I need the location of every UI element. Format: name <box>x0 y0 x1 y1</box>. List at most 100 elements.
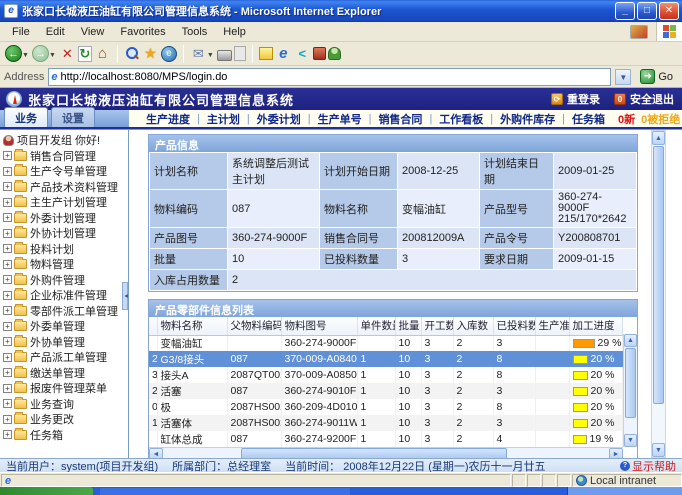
favorites-icon[interactable]: ★ <box>142 45 159 62</box>
sidebar-item-4[interactable]: +外委计划管理 <box>2 210 128 226</box>
sidebar-item-16[interactable]: +业务查询 <box>2 396 128 412</box>
column-header[interactable]: 生产准备 <box>535 317 569 335</box>
expand-icon[interactable]: + <box>3 399 12 408</box>
menu-item-tools[interactable]: Tools <box>174 24 216 40</box>
nav-item-0[interactable]: 生产进度 <box>139 111 197 127</box>
nav-item-4[interactable]: 销售合同 <box>371 111 429 127</box>
expand-icon[interactable]: + <box>3 182 12 191</box>
scroll-thumb[interactable] <box>653 146 664 404</box>
windows-taskbar[interactable] <box>0 487 682 495</box>
column-header[interactable] <box>149 317 157 335</box>
parts-horizontal-scrollbar[interactable]: ◄ ► <box>149 447 623 458</box>
main-vertical-scrollbar[interactable]: ▲ ▼ <box>651 130 666 458</box>
table-row[interactable]: 3接头A2087QT002370-009-A085011032820 % <box>149 367 623 383</box>
relogin-button[interactable]: ⟳ 重登录 <box>551 91 600 107</box>
maximize-button[interactable]: □ <box>637 2 657 20</box>
sidebar-item-5[interactable]: +外协计划管理 <box>2 226 128 242</box>
table-row[interactable]: 变幅油缸360-274-9000F1032329 % <box>149 335 623 351</box>
expand-icon[interactable]: + <box>3 353 12 362</box>
sidebar-item-13[interactable]: +产品派工单管理 <box>2 350 128 366</box>
sidebar-item-6[interactable]: +投料计划 <box>2 241 128 257</box>
sidebar-item-2[interactable]: +产品技术资料管理 <box>2 179 128 195</box>
expand-icon[interactable]: + <box>3 167 12 176</box>
table-row[interactable]: 2G3/8接头087370-009-A084011032820 % <box>149 351 623 367</box>
expand-icon[interactable]: + <box>3 430 12 439</box>
sidebar-item-10[interactable]: +零部件派工单管理 <box>2 303 128 319</box>
start-button[interactable] <box>0 487 93 495</box>
column-header[interactable]: 批量 <box>395 317 421 335</box>
column-header[interactable]: 已投料数 <box>493 317 535 335</box>
sidebar-item-3[interactable]: +主生产计划管理 <box>2 195 128 211</box>
dropdown-arrow-icon[interactable]: ▼ <box>49 52 56 59</box>
scroll-down-icon[interactable]: ▼ <box>624 434 637 447</box>
expand-icon[interactable]: + <box>3 384 12 393</box>
menu-item-file[interactable]: File <box>4 24 38 40</box>
scroll-up-icon[interactable]: ▲ <box>652 131 665 145</box>
edit-icon[interactable] <box>234 46 246 61</box>
refresh-icon[interactable]: ↻ <box>78 46 92 62</box>
expand-icon[interactable]: + <box>3 244 12 253</box>
nav-item-2[interactable]: 外委计划 <box>250 111 308 127</box>
menu-item-help[interactable]: Help <box>215 24 254 40</box>
dropdown-arrow-icon[interactable]: ▼ <box>22 52 29 59</box>
search-icon[interactable] <box>124 46 140 62</box>
nav-item-3[interactable]: 生产单号 <box>311 111 369 127</box>
sidebar-item-14[interactable]: +缴送单管理 <box>2 365 128 381</box>
stop-icon[interactable]: ✕ <box>59 45 76 62</box>
column-header[interactable]: 加工进度 <box>569 317 623 335</box>
tab-business[interactable]: 业务 <box>4 107 48 127</box>
menu-item-favorites[interactable]: Favorites <box>112 24 173 40</box>
sidebar-item-8[interactable]: +外购件管理 <box>2 272 128 288</box>
sidebar-collapse-handle[interactable]: ◄ <box>122 282 128 310</box>
expand-icon[interactable]: + <box>3 260 12 269</box>
sidebar-item-17[interactable]: +业务更改 <box>2 412 128 428</box>
print-icon[interactable] <box>217 47 232 61</box>
scroll-down-icon[interactable]: ▼ <box>652 443 665 457</box>
back-icon[interactable]: ←▼ <box>5 45 30 62</box>
nav-item-7[interactable]: 任务箱 <box>565 111 612 127</box>
scroll-thumb[interactable] <box>625 348 636 418</box>
internet-icon[interactable]: e <box>275 45 292 62</box>
scroll-up-icon[interactable]: ▲ <box>624 334 637 347</box>
nav-item-5[interactable]: 工作看板 <box>432 111 490 127</box>
expand-icon[interactable]: + <box>3 337 12 346</box>
scroll-track[interactable] <box>507 448 609 458</box>
scroll-thumb[interactable] <box>241 448 507 458</box>
parts-vertical-scrollbar[interactable]: ▲ ▼ <box>623 334 637 447</box>
history-icon[interactable]: e <box>161 46 177 62</box>
msn-icon[interactable]: < <box>294 45 311 62</box>
address-dropdown-icon[interactable]: ▼ <box>615 69 631 85</box>
expand-icon[interactable]: + <box>3 198 12 207</box>
column-header[interactable]: 物料名称 <box>157 317 227 335</box>
close-button[interactable]: ✕ <box>659 2 679 20</box>
menu-item-view[interactable]: View <box>73 24 113 40</box>
sidebar-item-18[interactable]: +任务箱 <box>2 427 128 443</box>
expand-icon[interactable]: + <box>3 275 12 284</box>
sidebar-item-0[interactable]: +销售合同管理 <box>2 148 128 164</box>
expand-icon[interactable]: + <box>3 415 12 424</box>
column-header[interactable]: 入库数 <box>453 317 493 335</box>
sidebar-item-9[interactable]: +企业标准件管理 <box>2 288 128 304</box>
expand-icon[interactable]: + <box>3 322 12 331</box>
scroll-right-icon[interactable]: ► <box>609 448 623 458</box>
table-row[interactable]: 0极2087HS002360-209-4D01011032820 % <box>149 399 623 415</box>
scroll-track[interactable] <box>163 448 241 458</box>
column-header[interactable]: 开工数 <box>421 317 453 335</box>
go-button[interactable]: ➜ Go <box>635 68 678 85</box>
expand-icon[interactable]: + <box>3 368 12 377</box>
minimize-button[interactable]: _ <box>615 2 635 20</box>
expand-icon[interactable]: + <box>3 306 12 315</box>
expand-icon[interactable]: + <box>3 151 12 160</box>
forward-icon[interactable]: →▼ <box>32 45 57 62</box>
nav-item-1[interactable]: 主计划 <box>200 111 247 127</box>
table-row[interactable]: 2活塞087360-274-9010F11032320 % <box>149 383 623 399</box>
sidebar-item-11[interactable]: +外委单管理 <box>2 319 128 335</box>
expand-icon[interactable]: + <box>3 229 12 238</box>
sidebar-item-7[interactable]: +物料管理 <box>2 257 128 273</box>
home-icon[interactable]: ⌂ <box>94 45 111 62</box>
column-header[interactable]: 父物料编码 <box>227 317 281 335</box>
expand-icon[interactable]: + <box>3 291 12 300</box>
discuss-icon[interactable] <box>259 47 273 60</box>
sidebar-item-1[interactable]: +生产令号单管理 <box>2 164 128 180</box>
table-row[interactable]: 1活塞体2087HS002360-274-9011W11032320 % <box>149 415 623 431</box>
